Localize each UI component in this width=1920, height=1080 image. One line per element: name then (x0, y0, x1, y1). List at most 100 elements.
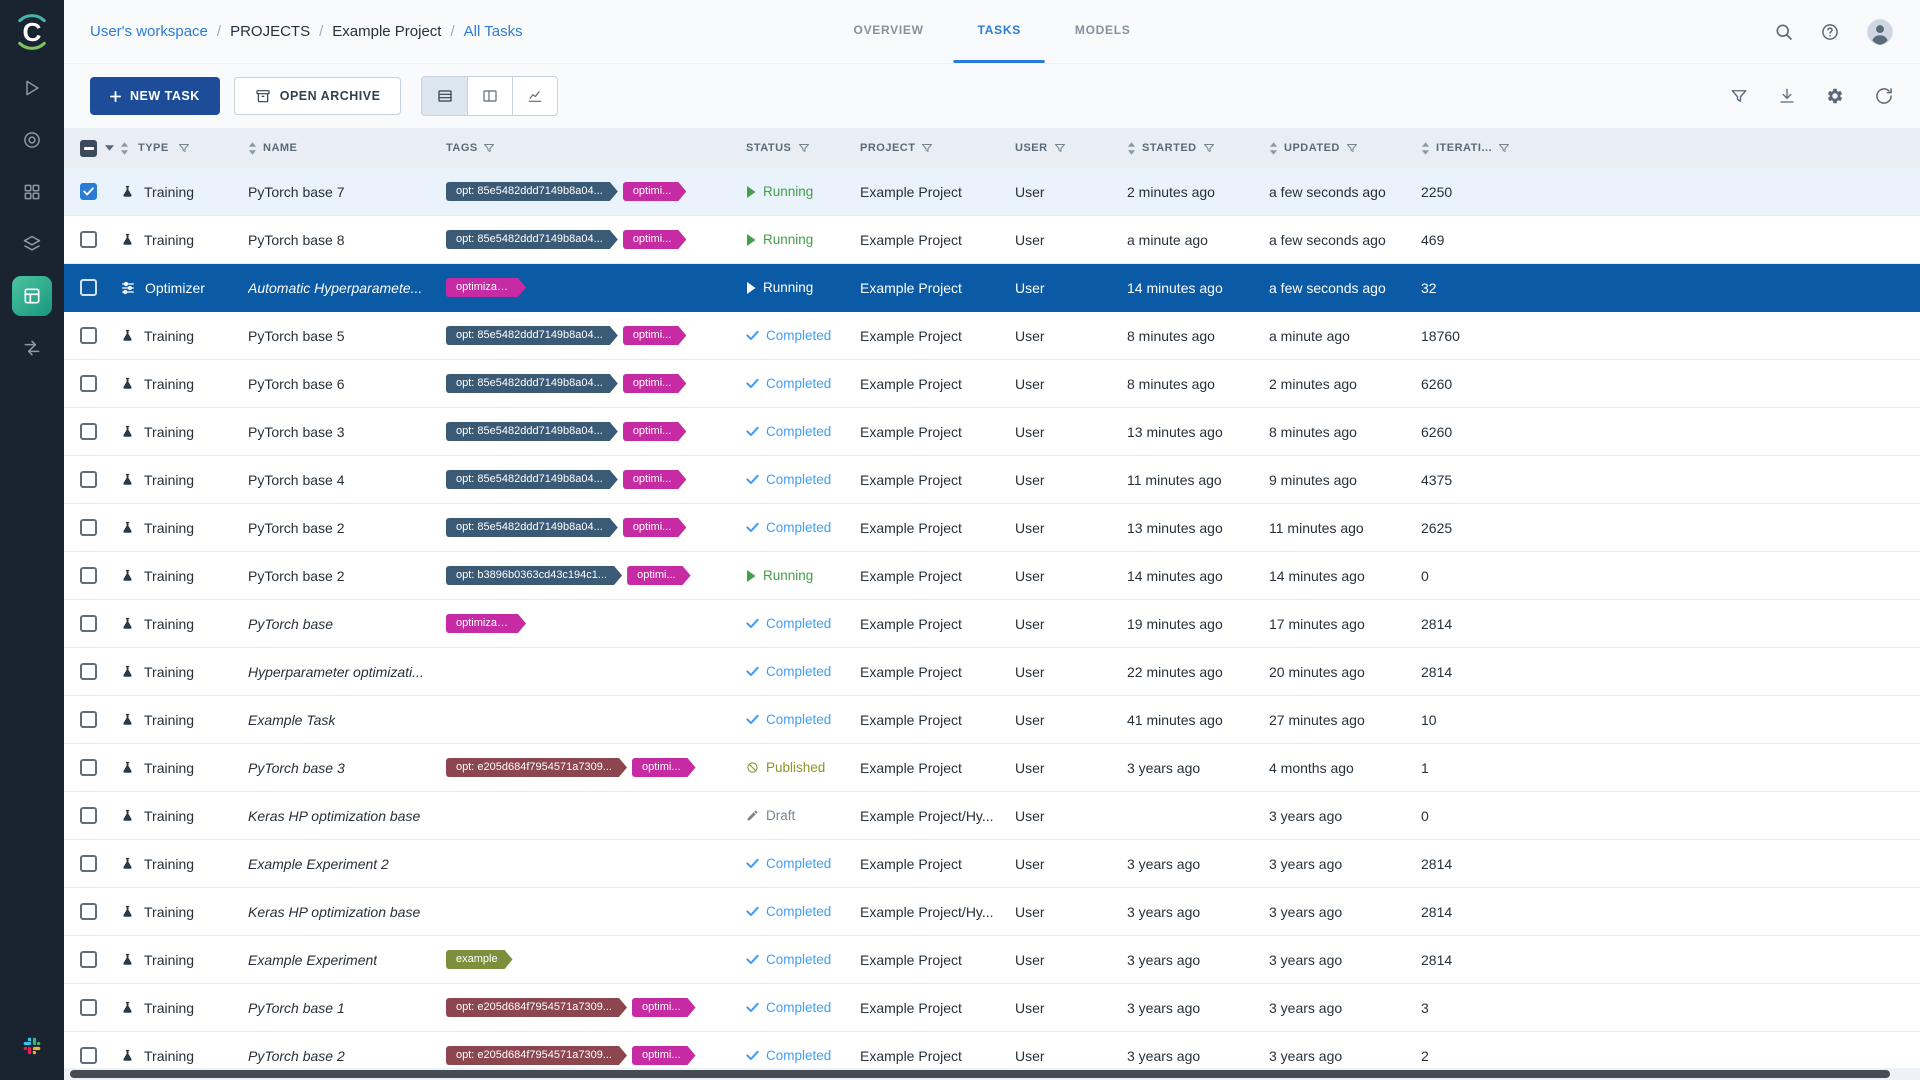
compare-view-button[interactable] (512, 77, 557, 115)
user-avatar-icon[interactable] (1866, 18, 1894, 46)
tag-pill[interactable]: optimi... (623, 182, 687, 201)
column-label-iter[interactable]: ITERATI... (1436, 142, 1492, 154)
filter-icon[interactable] (921, 142, 933, 154)
task-row[interactable]: TrainingPyTorch base 3opt: e205d684f7954… (64, 744, 1920, 792)
new-task-button[interactable]: NEW TASK (90, 77, 220, 115)
filter-icon[interactable] (1203, 142, 1215, 154)
sidebar-item-projects[interactable] (12, 172, 52, 212)
filter-icon[interactable] (1730, 87, 1748, 105)
column-label-started[interactable]: STARTED (1142, 142, 1197, 154)
row-checkbox[interactable] (80, 423, 97, 440)
tag-pill[interactable]: opt: e205d684f7954571a7309... (446, 1046, 627, 1065)
tag-pill[interactable]: optimi... (623, 374, 687, 393)
row-checkbox[interactable] (80, 807, 97, 824)
row-checkbox[interactable] (80, 519, 97, 536)
tag-pill[interactable]: opt: e205d684f7954571a7309... (446, 758, 627, 777)
row-checkbox[interactable] (80, 615, 97, 632)
horizontal-scrollbar-thumb[interactable] (70, 1070, 1890, 1078)
task-row[interactable]: TrainingExample Experiment 2CompletedExa… (64, 840, 1920, 888)
filter-icon[interactable] (1054, 142, 1066, 154)
sidebar-item-dashboard[interactable] (12, 120, 52, 160)
sidebar-item-pipelines[interactable] (12, 328, 52, 368)
filter-icon[interactable] (798, 142, 810, 154)
tag-pill[interactable]: optimi... (632, 998, 696, 1017)
row-checkbox[interactable] (80, 375, 97, 392)
task-row[interactable]: TrainingPyTorch base 2opt: 85e5482ddd714… (64, 504, 1920, 552)
task-row[interactable]: TrainingKeras HP optimization baseComple… (64, 888, 1920, 936)
row-checkbox[interactable] (80, 663, 97, 680)
tag-pill[interactable]: opt: 85e5482ddd7149b8a04... (446, 230, 618, 249)
tag-pill[interactable]: opt: 85e5482ddd7149b8a04... (446, 374, 618, 393)
row-checkbox[interactable] (80, 279, 97, 296)
tag-pill[interactable]: opt: 85e5482ddd7149b8a04... (446, 182, 618, 201)
tag-pill[interactable]: opt: 85e5482ddd7149b8a04... (446, 518, 618, 537)
row-checkbox[interactable] (80, 759, 97, 776)
sidebar-item-slack-community[interactable] (12, 1026, 52, 1066)
task-row[interactable]: TrainingPyTorch base 3opt: 85e5482ddd714… (64, 408, 1920, 456)
tag-pill[interactable]: optimization (446, 278, 526, 297)
auto-refresh-icon[interactable] (1874, 86, 1894, 106)
sort-icon[interactable] (120, 142, 129, 155)
breadcrumb-item[interactable]: User's workspace (90, 23, 208, 40)
row-checkbox[interactable] (80, 567, 97, 584)
row-checkbox[interactable] (80, 327, 97, 344)
sidebar-item-experiments[interactable] (12, 276, 52, 316)
task-row[interactable]: TrainingKeras HP optimization baseDraftE… (64, 792, 1920, 840)
filter-icon[interactable] (178, 142, 190, 154)
sort-icon[interactable] (1127, 142, 1136, 155)
tag-pill[interactable]: opt: 85e5482ddd7149b8a04... (446, 422, 618, 441)
tag-pill[interactable]: optimi... (632, 1046, 696, 1065)
tag-pill[interactable]: opt: b3896b0363cd43c194c1... (446, 566, 622, 585)
help-icon[interactable] (1820, 22, 1840, 42)
task-row[interactable]: TrainingPyTorch base 2opt: e205d684f7954… (64, 1032, 1920, 1068)
tab-models[interactable]: MODELS (1051, 0, 1155, 63)
tag-pill[interactable]: optimization (446, 614, 526, 633)
task-row[interactable]: TrainingPyTorch base 8opt: 85e5482ddd714… (64, 216, 1920, 264)
row-checkbox[interactable] (80, 711, 97, 728)
task-row[interactable]: OptimizerAutomatic Hyperparamete...optim… (64, 264, 1920, 312)
tag-pill[interactable]: optimi... (623, 518, 687, 537)
task-row[interactable]: TrainingHyperparameter optimizati...Comp… (64, 648, 1920, 696)
sidebar-item-datasets[interactable] (12, 224, 52, 264)
sidebar-item-getting-started[interactable] (12, 68, 52, 108)
row-checkbox[interactable] (80, 183, 97, 200)
task-row[interactable]: TrainingPyTorch base 2opt: b3896b0363cd4… (64, 552, 1920, 600)
details-view-button[interactable] (467, 77, 512, 115)
tag-pill[interactable]: optimi... (623, 470, 687, 489)
task-row[interactable]: TrainingPyTorch base 1opt: e205d684f7954… (64, 984, 1920, 1032)
tab-overview[interactable]: OVERVIEW (830, 0, 948, 63)
sort-icon[interactable] (248, 142, 257, 155)
tag-pill[interactable]: opt: 85e5482ddd7149b8a04... (446, 470, 618, 489)
select-all-caret-icon[interactable] (105, 145, 114, 151)
select-all-checkbox[interactable] (80, 140, 97, 157)
task-row[interactable]: TrainingPyTorch base 4opt: 85e5482ddd714… (64, 456, 1920, 504)
tag-pill[interactable]: example (446, 950, 513, 969)
task-row[interactable]: TrainingPyTorch base 6opt: 85e5482ddd714… (64, 360, 1920, 408)
tag-pill[interactable]: optimi... (623, 230, 687, 249)
task-row[interactable]: TrainingExample ExperimentexampleComplet… (64, 936, 1920, 984)
filter-icon[interactable] (1346, 142, 1358, 154)
tag-pill[interactable]: opt: e205d684f7954571a7309... (446, 998, 627, 1017)
column-label-type[interactable]: TYPE (138, 142, 169, 154)
column-label-updated[interactable]: UPDATED (1284, 142, 1340, 154)
tag-pill[interactable]: optimi... (627, 566, 691, 585)
task-row[interactable]: TrainingPyTorch base 5opt: 85e5482ddd714… (64, 312, 1920, 360)
clearml-logo[interactable]: C (8, 8, 56, 56)
column-label-name[interactable]: NAME (263, 142, 297, 154)
row-checkbox[interactable] (80, 903, 97, 920)
row-checkbox[interactable] (80, 1047, 97, 1064)
breadcrumb-item[interactable]: All Tasks (464, 23, 523, 40)
tag-pill[interactable]: opt: 85e5482ddd7149b8a04... (446, 326, 618, 345)
row-checkbox[interactable] (80, 951, 97, 968)
horizontal-scrollbar[interactable] (64, 1068, 1920, 1080)
filter-icon[interactable] (483, 142, 495, 154)
row-checkbox[interactable] (80, 231, 97, 248)
row-checkbox[interactable] (80, 999, 97, 1016)
row-checkbox[interactable] (80, 855, 97, 872)
task-row[interactable]: TrainingPyTorch baseoptimizationComplete… (64, 600, 1920, 648)
tag-pill[interactable]: optimi... (623, 326, 687, 345)
tag-pill[interactable]: optimi... (623, 422, 687, 441)
task-row[interactable]: TrainingExample TaskCompletedExample Pro… (64, 696, 1920, 744)
row-checkbox[interactable] (80, 471, 97, 488)
sort-icon[interactable] (1421, 142, 1430, 155)
